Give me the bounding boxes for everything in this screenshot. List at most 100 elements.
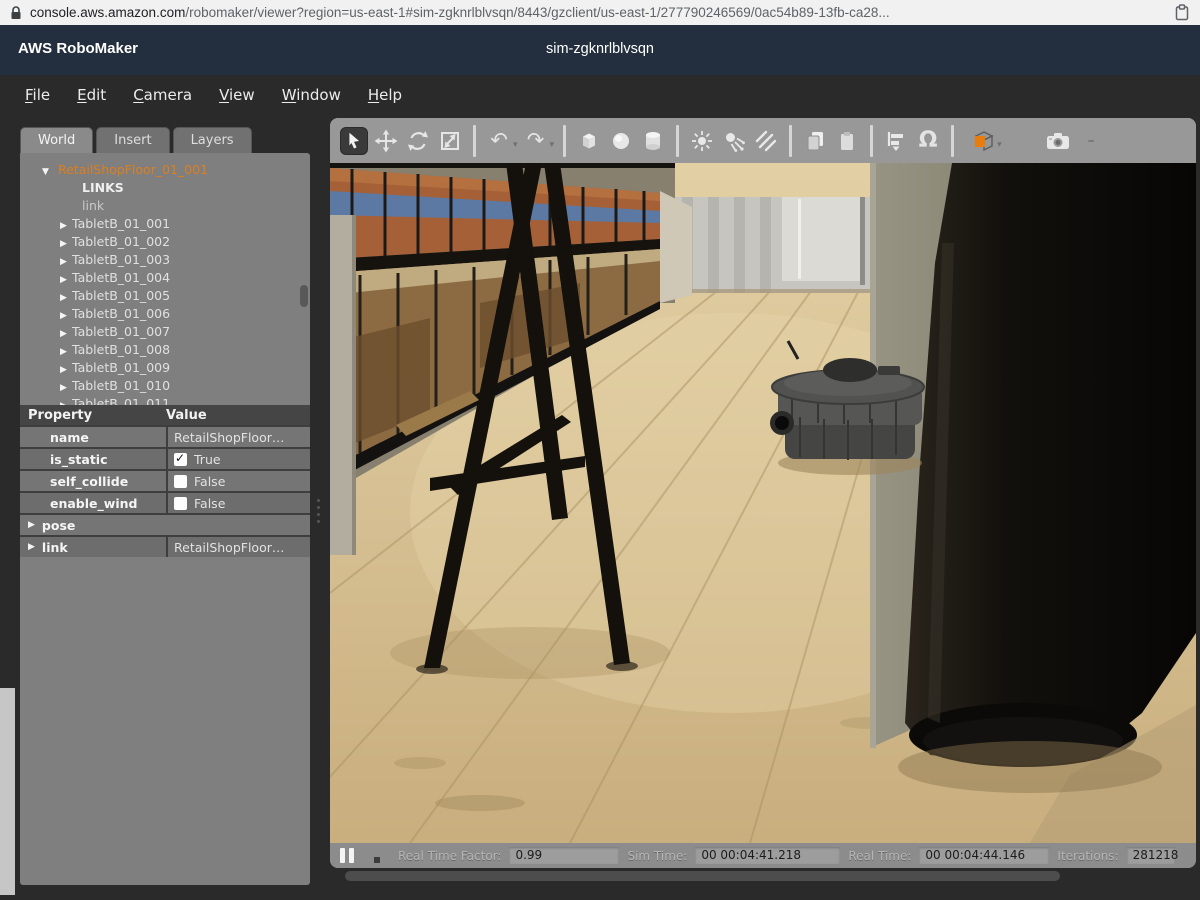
tab-layers[interactable]: Layers (173, 127, 252, 154)
checkbox-unchecked[interactable] (174, 475, 187, 488)
redo-button[interactable]: ↷ (522, 127, 550, 155)
tree-item[interactable]: ▶TabletB_01_011 (20, 395, 310, 405)
clipboard-icon[interactable] (1175, 4, 1190, 21)
redo-history-dropdown-icon[interactable]: ▾ (550, 140, 555, 150)
world-tree: ▼ RetailShopFloor_01_001 LINKS link ▶Tab… (20, 153, 310, 405)
iterations-label: Iterations: (1057, 849, 1118, 863)
paste-icon (835, 129, 859, 153)
simulation-time-bar: Real Time Factor: 0.99 Sim Time: 00 00:0… (330, 843, 1196, 868)
pause-button[interactable] (340, 848, 354, 863)
spot-light-button[interactable] (720, 127, 748, 155)
toolbar-separator (870, 125, 873, 157)
translate-tool-button[interactable] (372, 127, 400, 155)
spot-light-icon (722, 129, 746, 153)
insert-cylinder-button[interactable] (639, 127, 667, 155)
expand-triangle-icon[interactable]: ▶ (28, 542, 35, 552)
property-row-is-static[interactable]: is_static True (20, 447, 310, 469)
page-edge-strip (0, 688, 15, 895)
checkbox-unchecked[interactable] (174, 497, 187, 510)
undo-history-dropdown-icon[interactable]: ▾ (513, 140, 518, 150)
align-icon (884, 129, 908, 153)
url-text[interactable]: console.aws.amazon.com/robomaker/viewer?… (30, 5, 1167, 20)
tree-item[interactable]: ▶TabletB_01_002 (20, 233, 310, 251)
directional-light-button[interactable] (752, 127, 780, 155)
real-time-label: Real Time: (848, 849, 911, 863)
property-row-enable-wind[interactable]: enable_wind False (20, 491, 310, 513)
directional-light-icon (754, 129, 778, 153)
real-time-value: 00 00:04:44.146 (919, 847, 1049, 864)
menu-bar: File Edit Camera View Window Help (25, 86, 402, 104)
tree-item[interactable]: ▶TabletB_01_006 (20, 305, 310, 323)
sphere-icon (609, 129, 633, 153)
point-light-icon (690, 129, 714, 153)
property-row-pose[interactable]: ▶pose (20, 513, 310, 535)
tree-item[interactable]: ▶TabletB_01_003 (20, 251, 310, 269)
screenshot-button[interactable] (1044, 127, 1072, 155)
toolbar-overflow-icon[interactable]: – (1088, 133, 1095, 149)
undo-button[interactable]: ↶ (485, 127, 513, 155)
menu-file[interactable]: File (25, 86, 50, 104)
select-tool-button[interactable] (340, 127, 368, 155)
gazebo-toolbar: ↶ ▾ ↷ ▾ (330, 118, 1196, 163)
menu-camera[interactable]: Camera (133, 86, 192, 104)
menu-help[interactable]: Help (368, 86, 402, 104)
tab-insert[interactable]: Insert (96, 127, 169, 154)
tree-scrollbar-thumb[interactable] (300, 285, 308, 307)
tree-item[interactable]: ▶TabletB_01_005 (20, 287, 310, 305)
simulation-scene[interactable] (330, 163, 1196, 843)
paste-button[interactable] (833, 127, 861, 155)
toolbar-separator (789, 125, 792, 157)
tree-item[interactable]: ▶TabletB_01_007 (20, 323, 310, 341)
panel-tabs: World Insert Layers (20, 127, 252, 154)
tree-item-root[interactable]: ▼ RetailShopFloor_01_001 (20, 161, 310, 179)
aws-console-header: AWS RoboMaker sim-zgknrlblvsqn (0, 25, 1200, 75)
tree-item-link[interactable]: link (20, 197, 310, 215)
step-button[interactable] (374, 857, 380, 863)
scale-icon (438, 129, 462, 153)
dark-pillar[interactable] (898, 163, 1196, 843)
panel-splitter[interactable] (315, 495, 321, 527)
view-angle-dropdown-icon[interactable]: ▾ (997, 140, 1002, 150)
horizontal-scrollbar-thumb[interactable] (345, 871, 1060, 881)
padlock-icon (10, 6, 22, 20)
property-row-link[interactable]: ▶link RetailShopFloor… (20, 535, 310, 557)
property-row-name[interactable]: name RetailShopFloor… (20, 425, 310, 447)
gazebo-render-window: ↶ ▾ ↷ ▾ (330, 118, 1196, 868)
property-row-self-collide[interactable]: self_collide False (20, 469, 310, 491)
collapse-triangle-icon[interactable]: ▼ (42, 163, 54, 181)
menu-edit[interactable]: Edit (77, 86, 106, 104)
iterations-value: 281218 (1127, 847, 1175, 864)
align-button[interactable] (882, 127, 910, 155)
tree-item[interactable]: ▶TabletB_01_008 (20, 341, 310, 359)
tree-item[interactable]: ▶TabletB_01_009 (20, 359, 310, 377)
expand-triangle-icon[interactable]: ▶ (28, 520, 35, 530)
insert-box-button[interactable] (575, 127, 603, 155)
insert-sphere-button[interactable] (607, 127, 635, 155)
point-light-button[interactable] (688, 127, 716, 155)
scale-tool-button[interactable] (436, 127, 464, 155)
url-domain: console.aws.amazon.com (30, 5, 185, 20)
view-angle-button[interactable] (969, 127, 997, 155)
menu-window[interactable]: Window (282, 86, 341, 104)
rotate-tool-button[interactable] (404, 127, 432, 155)
world-panel: ▼ RetailShopFloor_01_001 LINKS link ▶Tab… (20, 153, 310, 885)
menu-view[interactable]: View (219, 86, 255, 104)
rtf-value: 0.99 (509, 847, 619, 864)
camera-icon (1045, 128, 1071, 154)
browser-url-bar[interactable]: console.aws.amazon.com/robomaker/viewer?… (0, 0, 1200, 25)
tree-item[interactable]: ▶TabletB_01_001 (20, 215, 310, 233)
rotate-icon (406, 129, 430, 153)
viewport-3d[interactable] (330, 163, 1196, 843)
sim-time-value: 00 00:04:41.218 (695, 847, 840, 864)
expand-triangle-icon[interactable]: ▶ (60, 397, 72, 405)
snap-button[interactable]: Ω (914, 127, 942, 155)
tree-item[interactable]: ▶TabletB_01_004 (20, 269, 310, 287)
property-table-header: Property Value (20, 405, 310, 425)
copy-button[interactable] (801, 127, 829, 155)
tree-item[interactable]: ▶TabletB_01_010 (20, 377, 310, 395)
move-icon (374, 129, 398, 153)
redo-icon: ↷ (527, 130, 545, 151)
tab-world[interactable]: World (20, 127, 93, 154)
checkbox-checked[interactable] (174, 453, 187, 466)
copy-icon (803, 129, 827, 153)
